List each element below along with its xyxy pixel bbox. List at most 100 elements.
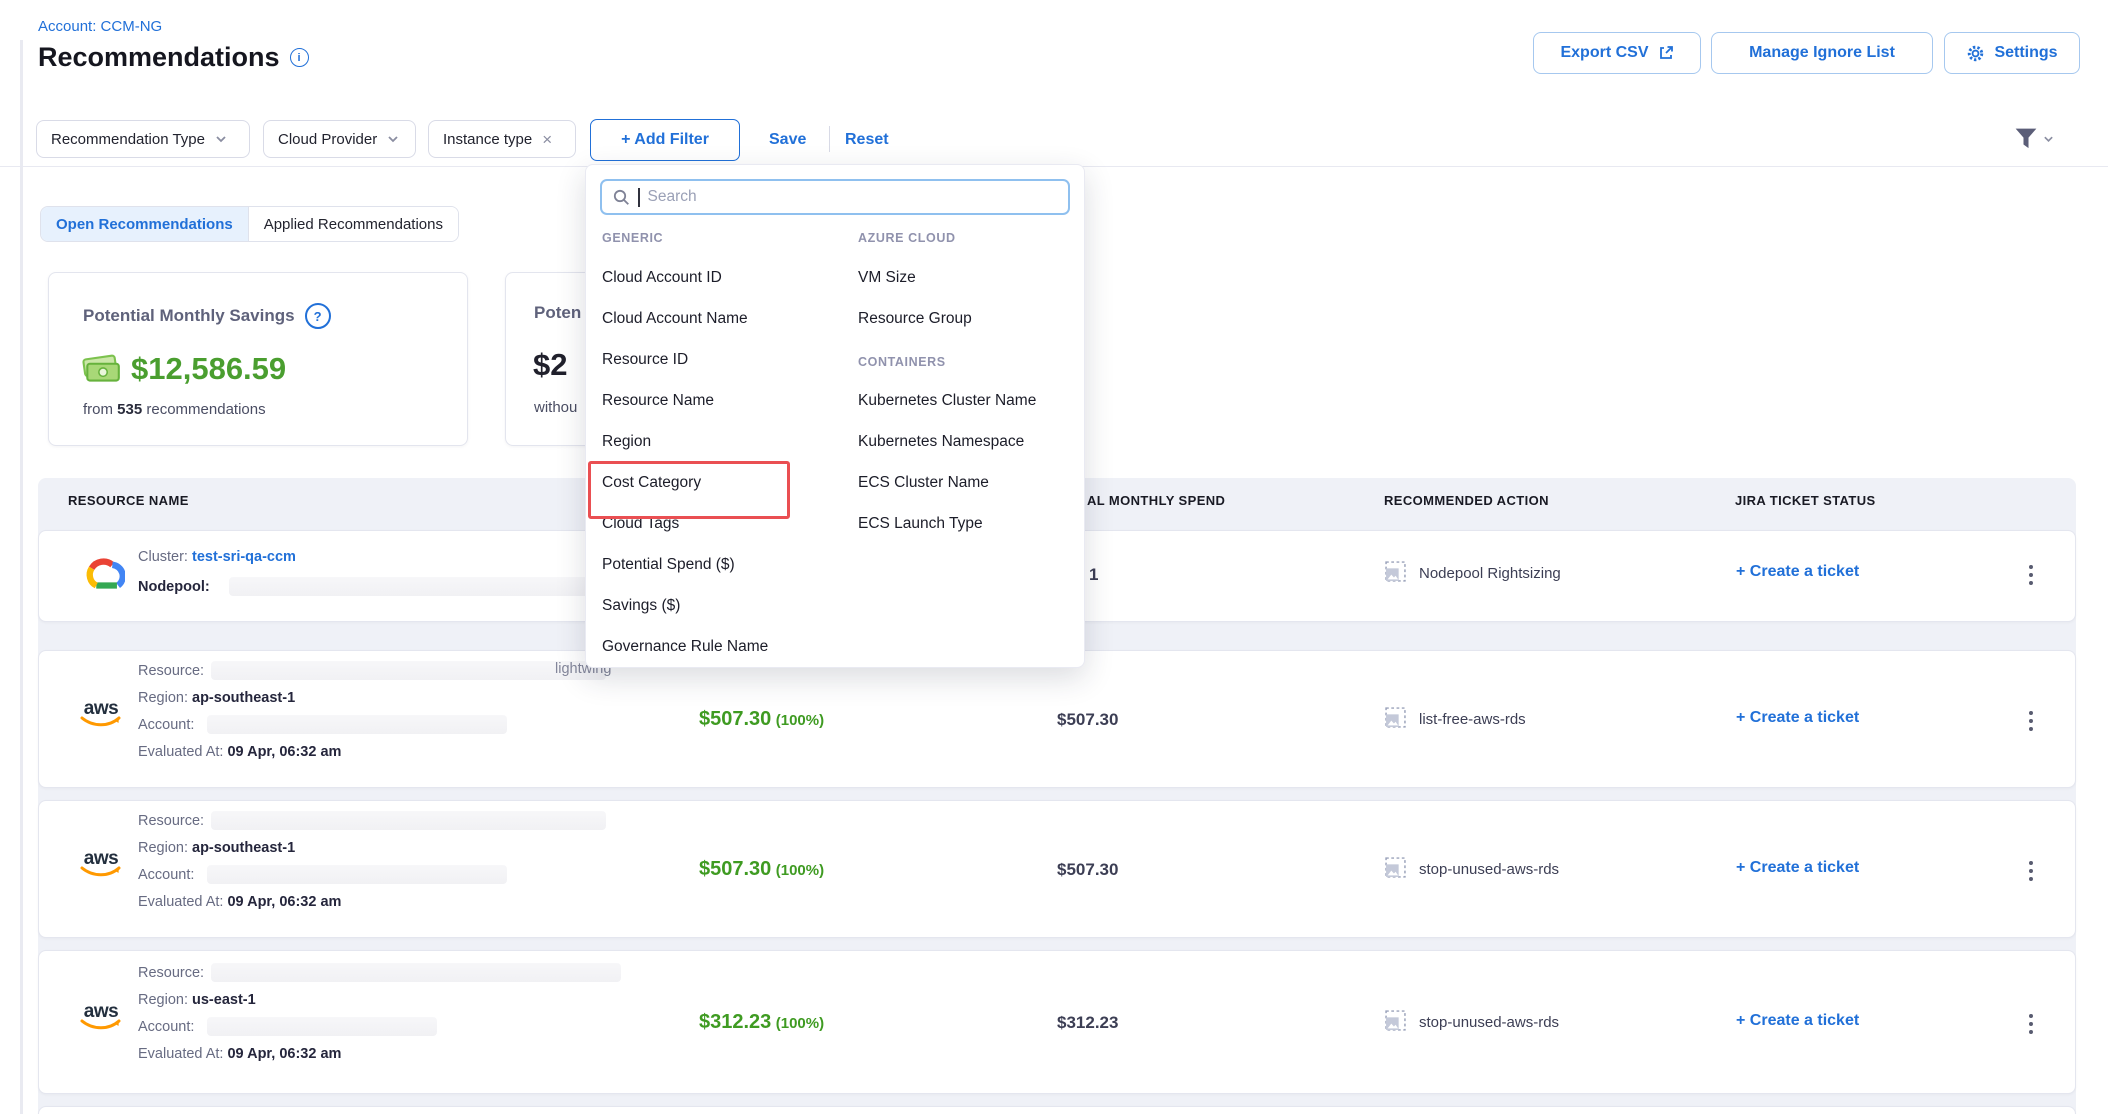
redacted-account-value	[207, 1017, 437, 1036]
filter-option[interactable]: Cloud Account ID	[602, 269, 722, 287]
broken-image-icon	[1385, 561, 1406, 582]
filter-chip-cloud-provider[interactable]: Cloud Provider	[263, 120, 416, 158]
create-ticket-link[interactable]: + Create a ticket	[1736, 563, 1859, 581]
tab-applied-label: Applied Recommendations	[264, 216, 443, 233]
redacted-account-value	[207, 865, 507, 884]
manage-ignore-list-button[interactable]: Manage Ignore List	[1711, 32, 1933, 74]
region-value: ap-southeast-1	[192, 690, 295, 706]
table-row[interactable]: aws Resource: Region: ap-southeast-1 Acc…	[38, 800, 2076, 938]
section-header-generic: GENERIC	[602, 231, 663, 245]
savings-amount: $12,586.59	[131, 351, 286, 387]
cost-category-highlight-box	[588, 461, 790, 519]
monthly-savings-cell: $507.30 (100%)	[699, 858, 824, 881]
filter-option[interactable]: Region	[602, 433, 651, 451]
potential-monthly-savings-card: Potential Monthly Savings ? $12,586.59 f…	[48, 272, 468, 446]
monthly-savings-cell: $507.30 (100%)	[699, 708, 824, 731]
settings-button[interactable]: Settings	[1944, 32, 2080, 74]
account-label: Account:	[138, 717, 194, 733]
monthly-spend-value: $507.30	[1057, 710, 1118, 730]
filter-option[interactable]: Resource Group	[858, 310, 972, 328]
filter-option[interactable]: Governance Rule Name	[602, 638, 768, 656]
breadcrumb[interactable]: Account: CCM-NG	[38, 18, 162, 35]
redacted-account-value	[207, 715, 507, 734]
row-menu-icon[interactable]	[2025, 707, 2037, 735]
table-row[interactable]: aws Resource: Region: us-east-1 Account:…	[38, 950, 2076, 1094]
aws-icon: aws	[77, 1004, 125, 1031]
filter-option[interactable]: ECS Cluster Name	[858, 474, 989, 492]
save-filter-link[interactable]: Save	[769, 131, 806, 149]
nodepool-line: Nodepool:	[138, 579, 210, 595]
recommended-action-label: Nodepool Rightsizing	[1419, 565, 1561, 582]
info-icon[interactable]: i	[290, 48, 309, 67]
add-filter-button[interactable]: + Add Filter	[590, 119, 740, 161]
filter-panel-toggle[interactable]	[2014, 127, 2054, 150]
filter-option[interactable]: Kubernetes Cluster Name	[858, 392, 1036, 410]
resource-label: Resource:	[138, 965, 204, 981]
row-menu-icon[interactable]	[2025, 1010, 2037, 1038]
left-rail-divider	[20, 40, 23, 1114]
create-ticket-link[interactable]: + Create a ticket	[1736, 709, 1859, 727]
recommendations-tabs: Open Recommendations Applied Recommendat…	[40, 206, 459, 242]
redacted-resource-value	[211, 963, 621, 982]
evaluated-value: 09 Apr, 06:32 am	[227, 744, 341, 760]
cluster-label: Cluster:	[138, 549, 188, 565]
filter-chip-label: Instance type	[443, 131, 532, 148]
row-menu-icon[interactable]	[2025, 857, 2037, 885]
filter-option[interactable]: VM Size	[858, 269, 916, 287]
evaluated-value: 09 Apr, 06:32 am	[227, 1046, 341, 1062]
reset-filter-link[interactable]: Reset	[845, 131, 889, 149]
chevron-down-icon	[2043, 135, 2054, 143]
export-csv-button[interactable]: Export CSV	[1533, 32, 1701, 74]
monthly-savings-cell: $312.23 (100%)	[699, 1011, 824, 1034]
cluster-name-link[interactable]: test-sri-qa-ccm	[192, 549, 296, 565]
filter-option[interactable]: ECS Launch Type	[858, 515, 983, 533]
column-header-monthly-spend: AL MONTHLY SPEND	[1087, 493, 1225, 508]
recommended-action-label: list-free-aws-rds	[1419, 711, 1526, 728]
monthly-spend-value: 1	[1089, 565, 1098, 585]
savings-count: 535	[117, 401, 142, 418]
close-icon[interactable]: ×	[542, 131, 552, 148]
column-header-recommended-action: RECOMMENDED ACTION	[1384, 493, 1549, 508]
row-menu-icon[interactable]	[2025, 561, 2037, 589]
create-ticket-link[interactable]: + Create a ticket	[1736, 859, 1859, 877]
account-label: Account:	[138, 1019, 194, 1035]
savings-amount-row: $12,586.59	[81, 351, 286, 387]
filter-chip-label: Recommendation Type	[51, 131, 205, 148]
external-link-icon	[1658, 45, 1674, 61]
savings-from-prefix: from	[83, 401, 113, 418]
spend-card-label-text: Poten	[534, 303, 581, 323]
broken-image-icon	[1385, 1010, 1406, 1031]
filter-option[interactable]: Resource ID	[602, 351, 688, 369]
evaluated-label: Evaluated At:	[138, 1046, 223, 1062]
resource-label: Resource:	[138, 813, 204, 829]
filter-option[interactable]: Kubernetes Namespace	[858, 433, 1024, 451]
filter-option[interactable]: Potential Spend ($)	[602, 556, 735, 574]
tab-open-label: Open Recommendations	[56, 216, 233, 233]
settings-label: Settings	[1994, 44, 2057, 62]
search-icon	[613, 189, 630, 206]
filter-search-field[interactable]: Search	[600, 179, 1070, 215]
section-header-azure-cloud: AZURE CLOUD	[858, 231, 956, 245]
spend-card-label: Poten	[534, 303, 581, 323]
region-label: Region:	[138, 690, 188, 706]
create-ticket-link[interactable]: + Create a ticket	[1736, 1012, 1859, 1030]
filter-chip-instance-type[interactable]: Instance type ×	[428, 120, 576, 158]
tab-open-recommendations[interactable]: Open Recommendations	[41, 207, 249, 241]
monthly-spend-value: $507.30	[1057, 860, 1118, 880]
table-row[interactable]: aws Resource: lightwing Region: ap-south…	[38, 650, 2076, 788]
column-header-resource-name: RESOURCE NAME	[68, 493, 189, 508]
filter-option[interactable]: Cloud Account Name	[602, 310, 748, 328]
savings-from-suffix: recommendations	[146, 401, 265, 418]
savings-from-line: from 535 recommendations	[83, 401, 266, 418]
savings-card-label-text: Potential Monthly Savings	[83, 306, 295, 326]
help-icon[interactable]: ?	[305, 303, 331, 329]
search-placeholder: Search	[648, 188, 697, 206]
evaluated-label: Evaluated At:	[138, 894, 223, 910]
filter-option[interactable]: Savings ($)	[602, 597, 680, 615]
filter-option[interactable]: Resource Name	[602, 392, 714, 410]
recommended-action-label: stop-unused-aws-rds	[1419, 1014, 1559, 1031]
tab-applied-recommendations[interactable]: Applied Recommendations	[249, 207, 458, 241]
cluster-line: Cluster: test-sri-qa-ccm	[138, 549, 296, 565]
region-value: us-east-1	[192, 992, 256, 1008]
filter-chip-recommendation-type[interactable]: Recommendation Type	[36, 120, 250, 158]
